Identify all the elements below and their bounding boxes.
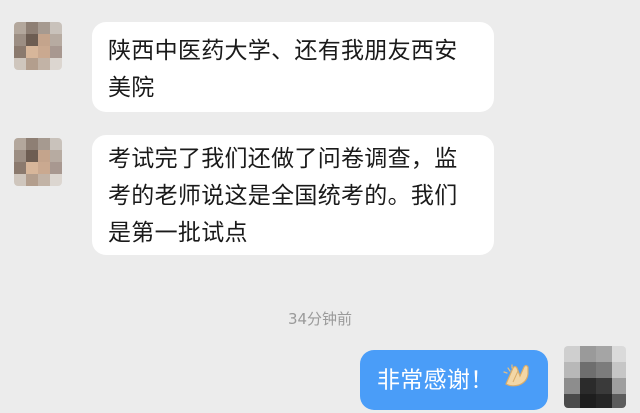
message-text-line: 是第一批试点 [108,220,248,246]
message-text-line: 美院 [108,75,155,101]
chat-view: 陕西中医药大学、还有我朋友西安 美院 考试完了我们还做了问卷调查，监 考的老师说… [0,0,640,413]
message-timestamp: 34分钟前 [287,310,353,328]
message-text-line: 考试完了我们还做了问卷调查，监 [108,146,458,172]
contact-avatar[interactable] [14,138,62,186]
message-bubble-outgoing[interactable]: 非常感谢！ [360,350,548,410]
message-bubble[interactable]: 陕西中医药大学、还有我朋友西安 美院 [92,22,494,112]
user-avatar[interactable] [564,346,626,408]
message-text-line: 非常感谢！ [377,367,494,394]
message-text-line: 陕西中医药大学、还有我朋友西安 [108,38,458,64]
message-bubble[interactable]: 考试完了我们还做了问卷调查，监 考的老师说这是全国统考的。我们 是第一批试点 [92,135,494,255]
message-text-line: 考的老师说这是全国统考的。我们 [108,183,458,209]
contact-avatar[interactable] [14,22,62,70]
clapping-hands-icon [502,362,532,400]
